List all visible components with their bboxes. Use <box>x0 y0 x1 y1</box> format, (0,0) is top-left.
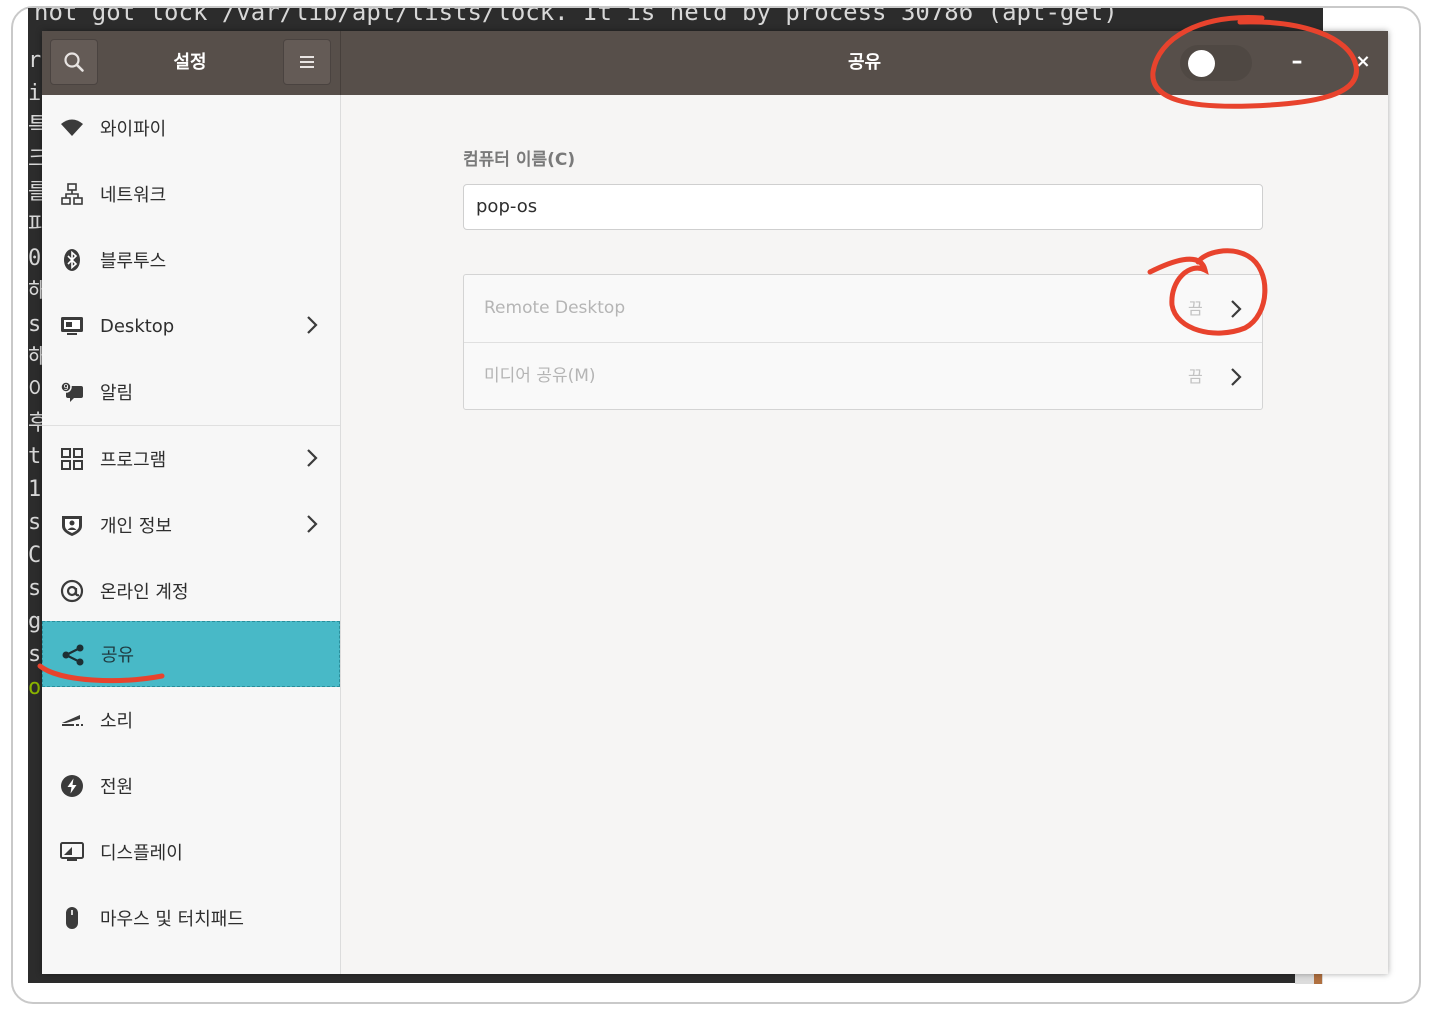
sharing-services-list: Remote Desktop 끔 미디어 공유(M) 끔 <box>463 274 1263 410</box>
sound-icon <box>60 708 84 732</box>
terminal-glyph: os <box>28 675 42 700</box>
terminal-glyph: g <box>28 609 42 634</box>
notifications-icon: 9 <box>60 380 84 404</box>
sidebar-item-apps[interactable]: 프로그램 <box>42 426 340 492</box>
sidebar-item-sound[interactable]: 소리 <box>42 687 340 753</box>
sidebar-item-label: 디스플레이 <box>100 843 183 864</box>
sidebar-item-desktop[interactable]: Desktop <box>42 293 340 359</box>
sidebar-item-label: 마우스 및 터치패드 <box>100 909 244 930</box>
share-icon <box>61 643 85 667</box>
terminal-glyph: 해 <box>28 345 42 370</box>
terminal-glyph: 해 <box>28 279 42 304</box>
sidebar-item-power[interactable]: 전원 <box>42 753 340 819</box>
apps-grid-icon <box>60 447 84 471</box>
sidebar-item-privacy[interactable]: 개인 정보 <box>42 492 340 558</box>
computer-name-input[interactable]: pop-os <box>463 184 1263 230</box>
terminal-left-edge: r i 특 크 를 파 0- 해 se 해 이 후 t 1 s C s g s … <box>28 44 42 704</box>
chevron-right-icon <box>307 316 318 334</box>
network-icon <box>60 182 84 206</box>
terminal-glyph: s <box>28 510 42 535</box>
sidebar-item-online-accounts[interactable]: 온라인 계정 <box>42 558 340 624</box>
sidebar-item-display[interactable]: 디스플레이 <box>42 819 340 885</box>
media-sharing-label: 미디어 공유(M) <box>484 366 596 386</box>
terminal-glyph: 후 <box>28 411 42 436</box>
sidebar: 와이파이 네트워크 블루투스 Desktop 9 알림 프로그램 개인 정보 온… <box>42 95 341 974</box>
terminal-glyph: s <box>28 642 42 667</box>
sidebar-item-sharing[interactable]: 공유 <box>42 621 340 687</box>
sidebar-title: 설정 <box>173 52 207 73</box>
hamburger-menu-icon <box>300 56 314 68</box>
sidebar-item-notifications[interactable]: 9 알림 <box>42 359 340 425</box>
search-button[interactable] <box>50 39 98 85</box>
sidebar-item-label: 와이파이 <box>100 119 167 140</box>
sharing-master-switch[interactable] <box>1180 45 1252 81</box>
media-sharing-row[interactable]: 미디어 공유(M) 끔 <box>464 343 1262 410</box>
privacy-shield-icon <box>60 513 84 537</box>
minimize-button[interactable]: – <box>1282 47 1312 77</box>
terminal-glyph: s <box>28 576 42 601</box>
wifi-icon <box>60 116 84 140</box>
media-sharing-status: 끔 <box>1188 367 1203 386</box>
sidebar-item-label: 공유 <box>101 645 135 666</box>
desktop-icon <box>60 314 84 338</box>
display-icon <box>60 840 84 864</box>
terminal-glyph: 를 <box>28 180 42 205</box>
svg-text:9: 9 <box>63 383 68 392</box>
terminal-glyph: r <box>28 48 42 73</box>
terminal-glyph: 특 <box>28 114 42 139</box>
settings-window: 설정 공유 – × 와이파이 네트워크 블루투스 Desktop 9 알림 프로… <box>42 31 1388 974</box>
sidebar-item-label: 블루투스 <box>100 251 167 272</box>
sidebar-item-mouse-touchpad[interactable]: 마우스 및 터치패드 <box>42 885 340 951</box>
chevron-right-icon <box>1231 300 1242 318</box>
sharing-panel: 컴퓨터 이름(C) pop-os Remote Desktop 끔 미디어 공유… <box>341 95 1388 974</box>
sidebar-item-label: 프로그램 <box>100 450 167 471</box>
remote-desktop-status: 끔 <box>1188 299 1203 318</box>
at-sign-icon <box>60 579 84 603</box>
terminal-glyph: se <box>28 312 42 337</box>
terminal-glyph: 크 <box>28 147 42 172</box>
terminal-glyph: 이 <box>28 378 42 403</box>
terminal-glyph: 0- <box>28 246 42 271</box>
sidebar-item-label: 온라인 계정 <box>100 582 189 603</box>
chevron-right-icon <box>307 449 318 467</box>
mouse-icon <box>60 906 84 930</box>
chevron-right-icon <box>1231 368 1242 386</box>
computer-name-label: 컴퓨터 이름(C) <box>463 150 576 170</box>
sidebar-item-label: 전원 <box>100 777 134 798</box>
sidebar-item-label: 알림 <box>100 383 134 404</box>
terminal-glyph: C <box>28 543 42 568</box>
sidebar-item-wifi[interactable]: 와이파이 <box>42 95 340 161</box>
sidebar-item-label: 네트워크 <box>100 185 167 206</box>
sidebar-item-bluetooth[interactable]: 블루투스 <box>42 227 340 293</box>
close-button[interactable]: × <box>1348 47 1378 77</box>
headerbar: 설정 공유 – × <box>42 31 1388 95</box>
sidebar-item-label: Desktop <box>100 315 175 337</box>
sidebar-item-network[interactable]: 네트워크 <box>42 161 340 227</box>
terminal-glyph: 1 <box>28 477 42 502</box>
menu-button[interactable] <box>283 39 331 85</box>
terminal-glyph: i <box>28 81 42 106</box>
sidebar-item-label: 소리 <box>100 711 134 732</box>
switch-knob <box>1188 50 1215 77</box>
terminal-top-line: not got lock /var/lib/apt/lists/lock. It… <box>34 8 1118 26</box>
terminal-glyph: 파 <box>28 213 42 238</box>
search-icon <box>64 52 84 72</box>
remote-desktop-label: Remote Desktop <box>484 298 626 318</box>
bluetooth-icon <box>60 248 84 272</box>
remote-desktop-row[interactable]: Remote Desktop 끔 <box>464 275 1262 343</box>
chevron-right-icon <box>307 515 318 533</box>
terminal-glyph: t <box>28 444 42 469</box>
power-icon <box>60 774 84 798</box>
sidebar-item-label: 개인 정보 <box>100 516 172 537</box>
